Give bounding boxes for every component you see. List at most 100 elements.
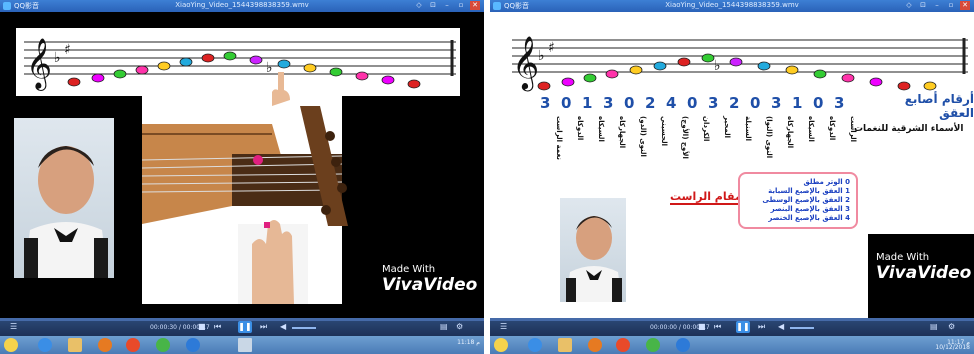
taskbar: 11:18 م bbox=[0, 336, 484, 354]
finger-numbers-row: 3 0 1 3 0 2 4 0 3 2 0 3 1 0 3 bbox=[540, 94, 855, 112]
volume-slider[interactable] bbox=[292, 327, 316, 329]
watermark-made-with: Made With bbox=[382, 264, 436, 275]
finger-number: 0 bbox=[624, 94, 635, 112]
finger-legend-box: 0 الوتر مطلق 1 العفق بالإصبع السبابة 2 ا… bbox=[738, 172, 858, 229]
finger-number: 1 bbox=[582, 94, 593, 112]
window-title: XiaoYing_Video_1544398838359.wmv bbox=[175, 1, 309, 9]
start-icon[interactable] bbox=[4, 338, 18, 352]
ie-icon[interactable] bbox=[528, 338, 542, 352]
playlist-icon[interactable]: ▤ bbox=[930, 322, 938, 331]
video-area[interactable]: 𝄞 ♭ ♯ ♭ bbox=[490, 12, 974, 318]
watermark-vivavideo: VivaVideo bbox=[876, 263, 972, 283]
finger-number: 0 bbox=[687, 94, 698, 112]
title-bar[interactable]: QQ影音 XiaoYing_Video_1544398838359.wmv ◇ … bbox=[490, 0, 974, 12]
pin-button[interactable]: ◇ bbox=[414, 1, 424, 10]
ie-icon[interactable] bbox=[38, 338, 52, 352]
pause-button[interactable]: ❚❚ bbox=[238, 321, 252, 333]
pin-button[interactable]: ◇ bbox=[904, 1, 914, 10]
chrome-icon[interactable] bbox=[156, 338, 170, 352]
qqplayer-icon[interactable] bbox=[186, 338, 200, 352]
chrome-icon[interactable] bbox=[646, 338, 660, 352]
start-icon[interactable] bbox=[494, 338, 508, 352]
mini-mode-button[interactable]: ⊡ bbox=[428, 1, 438, 10]
finger-number: 0 bbox=[813, 94, 824, 112]
pointing-hand-image bbox=[270, 72, 292, 106]
note-name: النوى (الدو) bbox=[639, 116, 647, 157]
menu-icon[interactable]: ☰ bbox=[500, 322, 507, 331]
staff-notation-graphic: 𝄞 ♭ ♯ ♭ bbox=[24, 38, 456, 91]
finger-number: 3 bbox=[540, 94, 551, 112]
svg-text:𝄞: 𝄞 bbox=[512, 35, 539, 91]
close-button[interactable]: ✕ bbox=[960, 1, 970, 10]
pause-button[interactable]: ❚❚ bbox=[736, 321, 750, 333]
window-thumb-icon[interactable] bbox=[238, 338, 252, 352]
firefox-icon[interactable] bbox=[588, 338, 602, 352]
finger-number: 1 bbox=[792, 94, 803, 112]
presenter-photo bbox=[14, 118, 114, 278]
note-name: نغمة الراست bbox=[555, 116, 563, 161]
watermark-made-with: Made With bbox=[876, 252, 930, 263]
music-staff: 𝄞 ♭ ♯ ♭ bbox=[508, 24, 974, 98]
finger-number: 3 bbox=[771, 94, 782, 112]
playback-controls: ☰ 00:00:30 / 00:00:17 ■ ⏮ ❚❚ ⏭ ◀ ▤ ⚙ bbox=[0, 318, 484, 336]
media-icon[interactable] bbox=[616, 338, 630, 352]
finger-numbers-heading: أرقام أصابع العقق bbox=[904, 92, 974, 120]
next-icon[interactable]: ⏭ bbox=[758, 322, 765, 332]
svg-text:𝄞: 𝄞 bbox=[26, 38, 52, 91]
volume-slider[interactable] bbox=[790, 327, 814, 329]
tray-clock: 11:17 م 10/12/2018 bbox=[935, 340, 970, 351]
oud-pegbox-image bbox=[300, 106, 348, 226]
finger-number: 0 bbox=[750, 94, 761, 112]
svg-text:♭: ♭ bbox=[538, 48, 545, 64]
video-area[interactable]: 𝄞 ♭ ♯ ♭ bbox=[0, 12, 484, 318]
finger-number: 2 bbox=[645, 94, 656, 112]
finger-number: 2 bbox=[729, 94, 740, 112]
legend-item: 4 العفق بالإصبع الخنصر bbox=[768, 214, 850, 222]
minimize-button[interactable]: – bbox=[442, 1, 452, 10]
menu-icon[interactable]: ☰ bbox=[10, 322, 17, 331]
finger-number: 3 bbox=[708, 94, 719, 112]
legend-item: 2 العفق بالإصبع الوسطى bbox=[762, 196, 850, 204]
legend-item: 0 الوتر مطلق bbox=[803, 178, 850, 186]
mini-mode-button[interactable]: ⊡ bbox=[918, 1, 928, 10]
svg-text:♯: ♯ bbox=[548, 40, 555, 56]
firefox-icon[interactable] bbox=[98, 338, 112, 352]
settings-icon[interactable]: ⚙ bbox=[948, 322, 955, 331]
window-title: XiaoYing_Video_1544398838359.wmv bbox=[665, 1, 799, 9]
music-staff: 𝄞 ♭ ♯ ♭ bbox=[16, 28, 460, 96]
volume-icon[interactable]: ◀ bbox=[280, 322, 286, 331]
qqplayer-icon[interactable] bbox=[676, 338, 690, 352]
maximize-button[interactable]: ▫ bbox=[946, 1, 956, 10]
svg-text:♭: ♭ bbox=[54, 50, 61, 66]
legend-item: 3 العفق بالإصبع البنصر bbox=[770, 205, 850, 213]
tray-clock: 11:18 م bbox=[457, 339, 480, 346]
settings-icon[interactable]: ⚙ bbox=[456, 322, 463, 331]
note-name: الجهاركاه bbox=[618, 116, 626, 149]
playback-controls: ☰ 00:00:00 / 00:00:17 ■ ⏮ ❚❚ ⏭ ◀ ▤ ⚙ bbox=[490, 318, 974, 336]
svg-text:♭: ♭ bbox=[714, 58, 721, 74]
player-window-right: QQ影音 XiaoYing_Video_1544398838359.wmv ◇ … bbox=[490, 0, 974, 354]
title-bar[interactable]: QQ影音 XiaoYing_Video_1544398838359.wmv ◇ … bbox=[0, 0, 484, 12]
note-name: الحسيني bbox=[660, 116, 668, 146]
previous-icon[interactable]: ⏮ bbox=[714, 322, 721, 332]
maximize-button[interactable]: ▫ bbox=[456, 1, 466, 10]
presenter-photo bbox=[560, 198, 626, 302]
finger-number: 3 bbox=[603, 94, 614, 112]
svg-text:♯: ♯ bbox=[64, 42, 71, 58]
stop-icon[interactable]: ■ bbox=[198, 322, 206, 331]
finger-number: 3 bbox=[834, 94, 845, 112]
previous-icon[interactable]: ⏮ bbox=[214, 322, 221, 332]
volume-icon[interactable]: ◀ bbox=[778, 322, 784, 331]
seek-bar[interactable] bbox=[490, 318, 974, 321]
close-button[interactable]: ✕ bbox=[470, 1, 480, 10]
next-icon[interactable]: ⏭ bbox=[260, 322, 267, 332]
staff-notation-graphic: 𝄞 ♭ ♯ ♭ bbox=[512, 35, 968, 91]
explorer-icon[interactable] bbox=[558, 338, 572, 352]
explorer-icon[interactable] bbox=[68, 338, 82, 352]
minimize-button[interactable]: – bbox=[932, 1, 942, 10]
eastern-names-heading: الأسماء الشرقية للنغمات bbox=[854, 124, 964, 134]
stop-icon[interactable]: ■ bbox=[698, 322, 706, 331]
media-icon[interactable] bbox=[126, 338, 140, 352]
playlist-icon[interactable]: ▤ bbox=[440, 322, 448, 331]
note-name: السيكاه bbox=[597, 116, 605, 142]
